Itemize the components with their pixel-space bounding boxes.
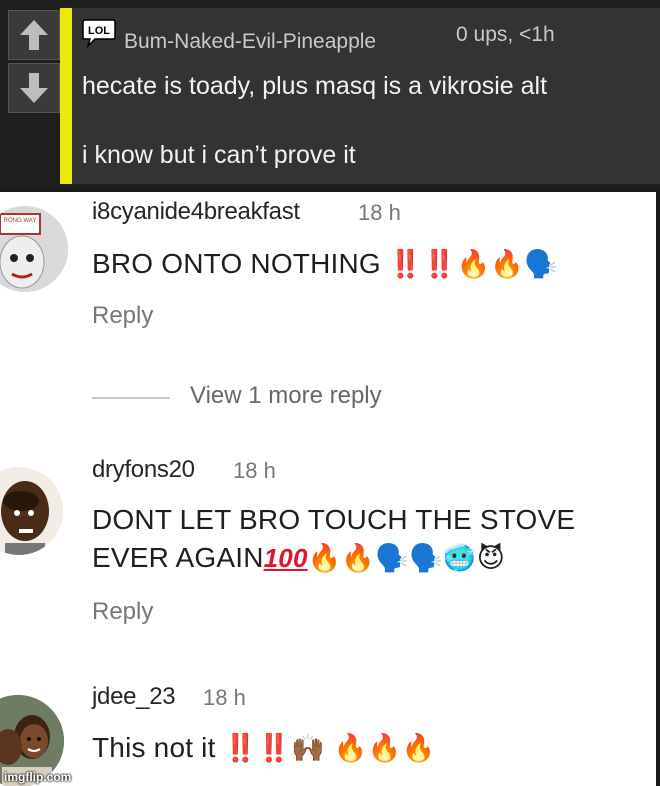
comment-username[interactable]: jdee_23 [92,683,176,711]
downvote-button[interactable] [8,63,60,113]
comment-text: This not it ‼️‼️🙌🏾 🔥🔥🔥 [92,730,435,767]
avatar[interactable]: RONG WAY [0,206,68,292]
divider [92,397,170,399]
reply-button[interactable]: Reply [92,598,153,626]
avatar-image [0,467,63,555]
lol-speech-bubble-icon: LOL [82,19,116,48]
comment-body: LOL Bum-Naked-Evil-Pineapple 0 ups, <1h … [72,8,660,184]
view-more-replies-button[interactable]: View 1 more reply [190,382,382,410]
lol-badge-text: LOL [88,25,110,37]
comment-text: EVER AGAIN100🔥🔥🗣️🗣️🥶😈 [92,540,505,577]
comment-meta: 0 ups, <1h [456,23,555,46]
comment-text-content: BRO ONTO NOTHING [92,248,381,279]
comment-emojis: ‼️‼️🙌🏾 🔥🔥🔥 [223,733,436,764]
imgflip-comment: LOL Bum-Naked-Evil-Pineapple 0 ups, <1h … [0,0,660,190]
comment-time: 18 h [203,685,246,710]
comment-time: 18 h [358,200,401,225]
comment-emojis: 🔥🔥🗣️🗣️🥶😈 [307,543,506,574]
comment-time: 18 h [233,458,276,483]
comment-text-content: This not it [92,732,216,763]
hundred-points-emoji: 100 [263,543,308,573]
comment-text: BRO ONTO NOTHING ‼️‼️🔥🔥🗣️ [92,246,558,283]
avatar-sign-text: RONG WAY [4,218,37,224]
comment-text-line: i know but i can’t prove it [82,141,356,169]
comment-username[interactable]: dryfons20 [92,456,195,484]
embedded-screenshot: RONG WAY i8cyanide4breakfast 18 h BRO ON… [0,192,656,786]
upvote-button[interactable] [8,10,60,60]
downvote-arrow-icon [20,73,48,103]
comment-accent-bar [60,8,72,184]
reply-button[interactable]: Reply [92,302,153,330]
comment-username[interactable]: i8cyanide4breakfast [92,198,300,226]
avatar-image: RONG WAY [0,206,68,292]
avatar[interactable] [0,467,63,555]
comment-author[interactable]: Bum-Naked-Evil-Pineapple [124,30,376,54]
comment-text-content: EVER AGAIN [92,542,264,573]
comment-emojis: ‼️‼️🔥🔥🗣️ [388,249,558,280]
imgflip-watermark: imgflip.com [4,770,72,784]
comment-text-line: hecate is toady, plus masq is a vikrosie… [82,72,548,100]
comment-text-line: DONT LET BRO TOUCH THE STOVE [92,504,576,535]
upvote-arrow-icon [20,20,48,50]
